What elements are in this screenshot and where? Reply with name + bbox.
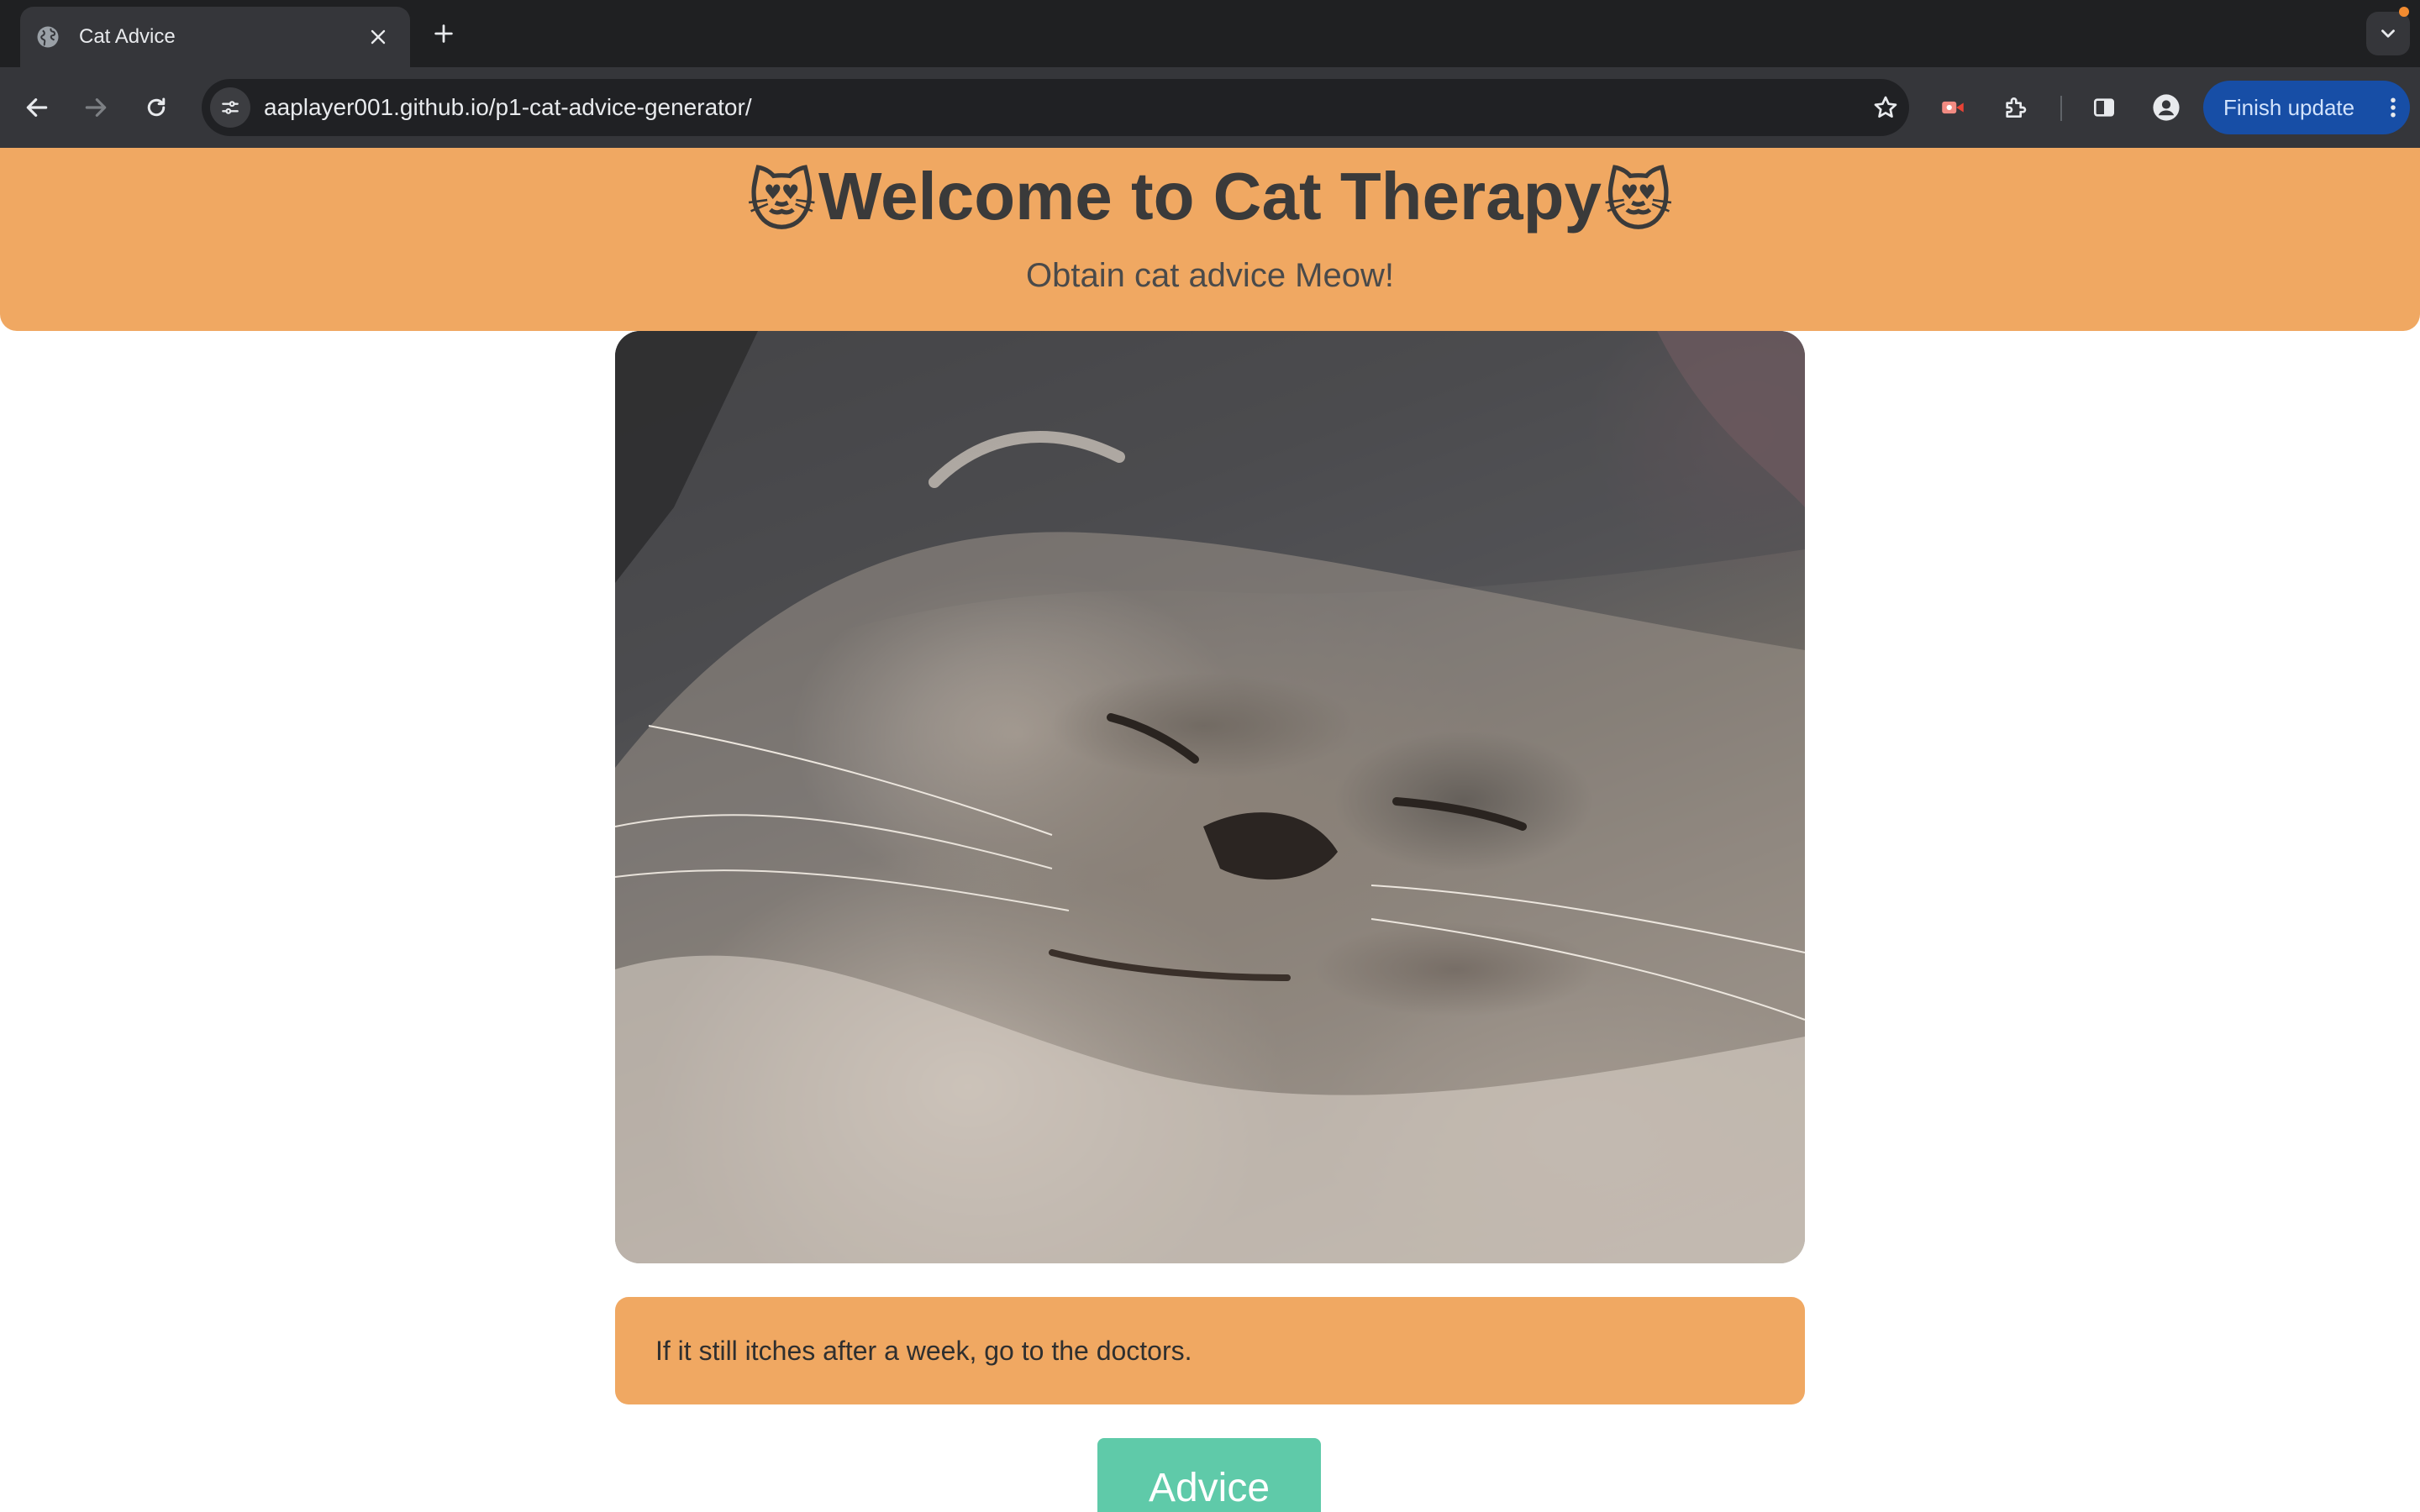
page-header: 😻Welcome to Cat Therapy😻 Obtain cat advi…: [0, 148, 2420, 331]
cat-photo: [615, 331, 1805, 1263]
browser-tab-bar: Cat Advice: [0, 0, 2420, 67]
tune-icon: [222, 101, 239, 114]
screen-record-extension-button[interactable]: [1933, 87, 1973, 128]
site-info-button[interactable]: [210, 87, 250, 128]
page-subtitle: Obtain cat advice Meow!: [1026, 257, 1394, 294]
finish-update-label: Finish update: [2223, 94, 2355, 120]
advice-text-box: If it still itches after a week, go to t…: [615, 1297, 1805, 1404]
tab-search-button[interactable]: [2366, 12, 2410, 55]
heart-eyes-cat-emoji-right: 😻: [1603, 164, 1674, 239]
url-text[interactable]: aaplayer001.github.io/p1-cat-advice-gene…: [264, 79, 752, 136]
puzzle-icon: [2006, 97, 2027, 118]
browser-tab[interactable]: Cat Advice: [20, 7, 410, 67]
forward-button[interactable]: [76, 87, 116, 128]
url-host: aaplayer001.github.io: [264, 94, 489, 120]
address-bar[interactable]: aaplayer001.github.io/p1-cat-advice-gene…: [202, 79, 1909, 136]
advice-button[interactable]: Advice: [1097, 1438, 1321, 1512]
arrow-right-icon: [85, 98, 107, 117]
bookmark-star-button[interactable]: [1869, 91, 1902, 124]
extensions-button[interactable]: [1995, 87, 2035, 128]
plus-icon: [434, 24, 453, 43]
tab-title: Cat Advice: [79, 25, 176, 48]
side-panel-icon: [2094, 98, 2114, 117]
finish-update-button[interactable]: Finish update: [2203, 81, 2410, 134]
chevron-down-icon: [2381, 29, 2395, 38]
url-path: /p1-cat-advice-generator/: [488, 94, 752, 120]
more-vert-icon[interactable]: [2376, 91, 2410, 124]
update-indicator-dot: [2399, 7, 2409, 17]
sleeping-cat-illustration: [615, 331, 1805, 1263]
browser-toolbar: aaplayer001.github.io/p1-cat-advice-gene…: [0, 67, 2420, 148]
back-button[interactable]: [17, 87, 57, 128]
star-icon: [1874, 96, 1897, 118]
avatar-icon: [2153, 94, 2180, 121]
close-icon[interactable]: [366, 25, 390, 49]
advice-text: If it still itches after a week, go to t…: [655, 1335, 1192, 1366]
arrow-left-icon: [26, 98, 48, 117]
globe-icon: [35, 24, 60, 50]
page-title-text: Welcome to Cat Therapy: [818, 159, 1602, 234]
page-title: 😻Welcome to Cat Therapy😻: [0, 156, 2420, 242]
profile-button[interactable]: [2146, 87, 2186, 128]
heart-eyes-cat-emoji-left: 😻: [746, 164, 817, 239]
page-viewport: 😻Welcome to Cat Therapy😻 Obtain cat advi…: [0, 148, 2420, 1512]
reload-button[interactable]: [136, 87, 176, 128]
toolbar-divider: [2060, 96, 2062, 121]
reload-icon: [147, 97, 166, 117]
record-extension-icon: [1942, 101, 1964, 114]
side-panel-button[interactable]: [2084, 87, 2124, 128]
new-tab-button[interactable]: [427, 17, 460, 50]
